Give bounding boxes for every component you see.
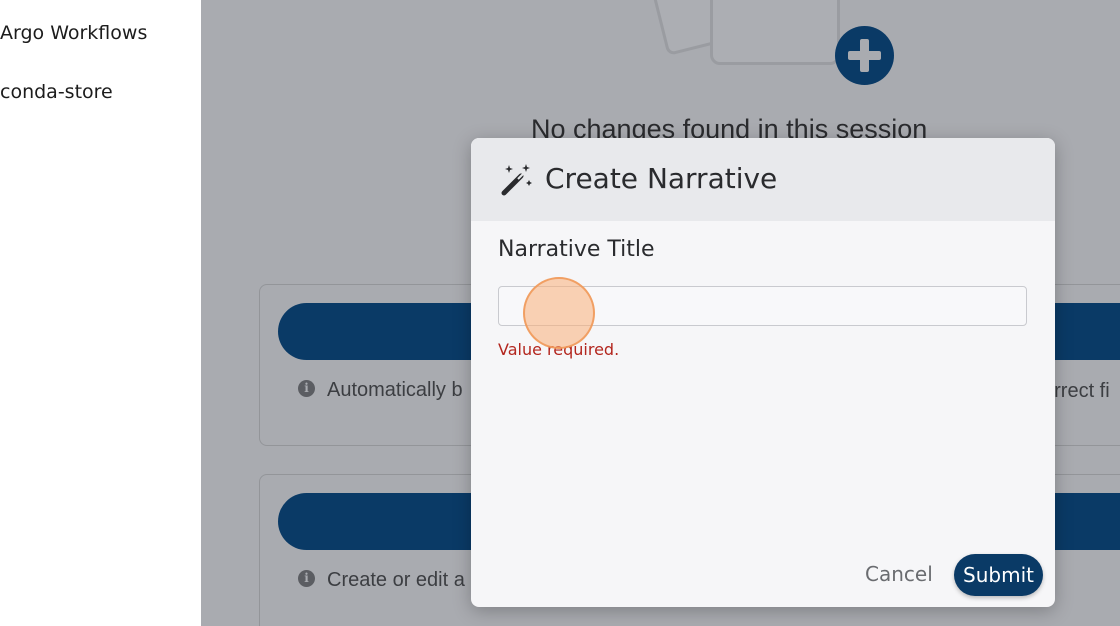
document-front-icon [710,0,840,65]
narrative-title-input[interactable] [498,286,1027,326]
empty-state-illustration [646,0,856,70]
sidebar-item-conda-store[interactable]: conda-store [0,81,113,103]
magic-wand-icon [501,164,532,196]
validation-error: Value required. [498,340,620,359]
action-card-info-text: Automatically b [327,379,463,401]
dialog-header: Create Narrative [471,138,1055,221]
create-narrative-dialog: Create Narrative Narrative Title Value r… [471,138,1055,607]
dialog-title: Create Narrative [545,162,778,195]
info-icon: i [298,380,315,397]
narrative-title-label: Narrative Title [498,237,655,262]
plus-circle-icon[interactable] [835,26,894,85]
submit-button[interactable]: Submit [954,554,1043,596]
action-card-info-text: Create or edit a [327,569,465,591]
info-icon: i [298,570,315,587]
sidebar-item-argo-workflows[interactable]: Argo Workflows [0,22,147,44]
cancel-button[interactable]: Cancel [865,562,933,586]
sidebar: Argo Workflows conda-store [0,0,201,626]
